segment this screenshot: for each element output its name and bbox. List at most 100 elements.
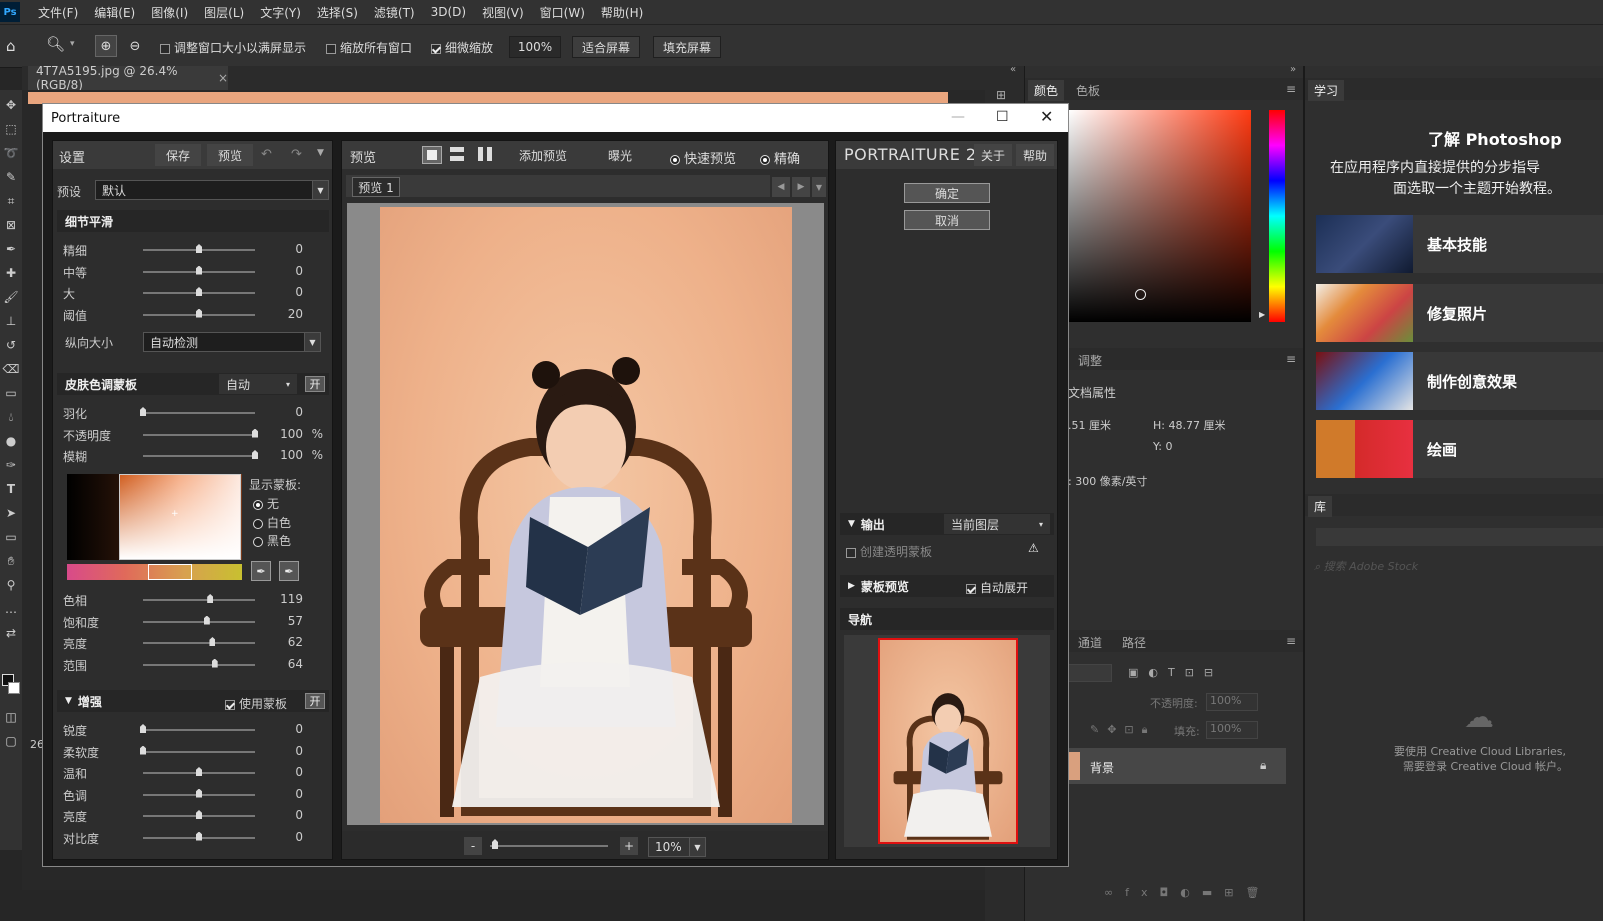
type-tool-icon[interactable]: T xyxy=(2,480,20,498)
radio-fast[interactable] xyxy=(670,154,680,165)
about-button[interactable]: 关于 xyxy=(974,144,1012,166)
resize-windows-option[interactable]: 调整窗口大小以满屏显示 xyxy=(160,39,306,56)
slider-value[interactable]: 0 xyxy=(263,242,303,256)
menu-edit[interactable]: 编辑(E) xyxy=(86,4,143,21)
menu-3d[interactable]: 3D(D) xyxy=(423,5,474,19)
auto-expand-option[interactable]: 自动展开 xyxy=(966,579,1028,596)
slider-track[interactable] xyxy=(143,642,255,644)
tab-adjustments[interactable]: 调整 xyxy=(1078,352,1102,369)
resize-windows-checkbox[interactable] xyxy=(160,43,170,54)
eraser-tool-icon[interactable]: ⌫ xyxy=(2,360,20,378)
lock-icons[interactable]: ✎✥⊡🔒︎ xyxy=(1090,723,1156,737)
slider-track[interactable] xyxy=(143,455,255,457)
slider-track[interactable] xyxy=(143,412,255,414)
add-preview-button[interactable]: 添加预览 xyxy=(508,144,578,166)
learn-card-painting[interactable]: 绘画 xyxy=(1316,420,1603,478)
document-tab[interactable]: 4T7A5195.jpg @ 26.4%(RGB/8) × xyxy=(28,64,228,92)
zoom-in-icon[interactable]: ⊕ xyxy=(95,35,117,57)
blur-tool-icon[interactable]: 💧︎ xyxy=(2,408,20,426)
learn-card-creative-effects[interactable]: 制作创意效果 xyxy=(1316,352,1603,410)
zoom-value-field[interactable]: 100% xyxy=(509,36,561,58)
create-mask-option[interactable]: 创建透明蒙板 xyxy=(846,543,932,560)
preview-button[interactable]: 预览 xyxy=(207,144,253,166)
slider-track[interactable] xyxy=(143,729,255,731)
crop-tool-icon[interactable]: ⌗ xyxy=(2,192,20,210)
enhance-toggle[interactable]: 开 xyxy=(305,693,325,709)
layer-filter-select[interactable] xyxy=(1068,664,1112,682)
mask-opt-black[interactable]: 黑色 xyxy=(253,532,291,549)
healing-brush-icon[interactable]: ✚ xyxy=(2,264,20,282)
slider-value[interactable]: 20 xyxy=(263,307,303,321)
radio-none[interactable] xyxy=(253,499,263,510)
skin-mask-toggle[interactable]: 开 xyxy=(305,376,325,392)
chevron-down-icon[interactable]: ▾ xyxy=(70,39,75,49)
move-tool-icon[interactable]: ✥ xyxy=(2,96,20,114)
navigator-thumbnail[interactable] xyxy=(878,638,1018,844)
fit-screen-button[interactable]: 适合屏幕 xyxy=(572,36,640,58)
maximize-icon[interactable]: ☐ xyxy=(996,109,1009,125)
radio-white[interactable] xyxy=(253,518,263,529)
slider-handle[interactable] xyxy=(252,428,258,438)
slider-handle[interactable] xyxy=(196,788,202,798)
menu-select[interactable]: 选择(S) xyxy=(309,4,366,21)
prev-tab-icon[interactable]: ◀ xyxy=(772,177,790,197)
slider-handle[interactable] xyxy=(140,745,146,755)
accurate-option[interactable]: 精确 xyxy=(760,148,800,167)
frame-tool-icon[interactable]: ⊠ xyxy=(2,216,20,234)
preview-tab-1[interactable]: 预览 1 xyxy=(352,177,400,197)
menu-image[interactable]: 图像(I) xyxy=(143,4,196,21)
enhance-section[interactable]: ▼ 增强 xyxy=(57,690,329,712)
quick-select-icon[interactable]: ✎ xyxy=(2,168,20,186)
zoom-slider-track[interactable] xyxy=(490,845,608,847)
use-mask-option[interactable]: 使用蒙板 xyxy=(225,695,287,712)
slider-handle[interactable] xyxy=(196,244,202,253)
panel-menu-icon[interactable]: ≡ xyxy=(1286,82,1296,96)
slider-handle[interactable] xyxy=(207,594,214,603)
zoom-all-option[interactable]: 缩放所有窗口 xyxy=(326,39,412,56)
path-select-icon[interactable]: ➤ xyxy=(2,504,20,522)
mask-opt-none[interactable]: 无 xyxy=(253,495,279,512)
slider-handle[interactable] xyxy=(196,831,202,841)
layer-filter-icons[interactable]: ▣◐T⊡⊟ xyxy=(1128,666,1223,679)
slider-handle[interactable] xyxy=(203,615,210,625)
slider-value[interactable]: 0 xyxy=(263,744,303,758)
auto-expand-checkbox[interactable] xyxy=(966,583,976,594)
tab-library[interactable]: 库 xyxy=(1308,496,1333,517)
mask-opt-white[interactable]: 白色 xyxy=(253,514,291,531)
fill-screen-button[interactable]: 填充屏幕 xyxy=(653,36,721,58)
slider-value[interactable]: 100 xyxy=(263,448,303,462)
slider-handle[interactable] xyxy=(196,308,202,318)
color-picker-field[interactable] xyxy=(1069,110,1251,322)
slider-handle[interactable] xyxy=(211,658,218,668)
cancel-button[interactable]: 取消 xyxy=(904,210,990,230)
single-view-icon[interactable] xyxy=(422,146,442,164)
background-color-swatch[interactable] xyxy=(8,682,20,694)
slider-track[interactable] xyxy=(143,599,255,601)
layer-row-background[interactable]: 背景 🔒︎ xyxy=(1064,748,1286,784)
brush-tool-icon[interactable]: 🖌︎ xyxy=(2,288,20,306)
preview-image[interactable] xyxy=(380,207,792,823)
screen-mode-icon[interactable]: ▢ xyxy=(2,732,20,750)
zoom-tool-icon[interactable]: 🔍︎ xyxy=(46,35,66,55)
slider-value[interactable]: 119 xyxy=(263,592,303,606)
tab-swatches[interactable]: 色板 xyxy=(1076,82,1100,99)
slider-value[interactable]: 62 xyxy=(263,635,303,649)
library-select[interactable] xyxy=(1316,528,1603,546)
tab-paths[interactable]: 路径 xyxy=(1122,634,1146,651)
redo-icon[interactable]: ↷ xyxy=(291,147,302,162)
skin-color-picker[interactable] xyxy=(119,474,241,560)
menu-type[interactable]: 文字(Y) xyxy=(252,4,309,21)
slider-value[interactable]: 57 xyxy=(263,614,303,628)
slider-track[interactable] xyxy=(143,433,255,436)
hue-slider[interactable] xyxy=(1269,110,1285,322)
save-button[interactable]: 保存 xyxy=(155,144,201,166)
skin-mode-select[interactable]: 自动 ▾ xyxy=(219,374,297,394)
library-search-input[interactable]: ⌕ 搜索 Adobe Stock xyxy=(1314,558,1418,574)
tab-color[interactable]: 颜色 xyxy=(1028,80,1065,101)
zoom-all-checkbox[interactable] xyxy=(326,43,336,54)
slider-handle[interactable] xyxy=(196,810,202,819)
more-tools-icon[interactable]: … xyxy=(2,600,20,618)
hand-tool-icon[interactable]: ✋︎ xyxy=(2,552,20,570)
history-brush-icon[interactable]: ↺ xyxy=(2,336,20,354)
slider-value[interactable]: 100 xyxy=(263,427,303,441)
